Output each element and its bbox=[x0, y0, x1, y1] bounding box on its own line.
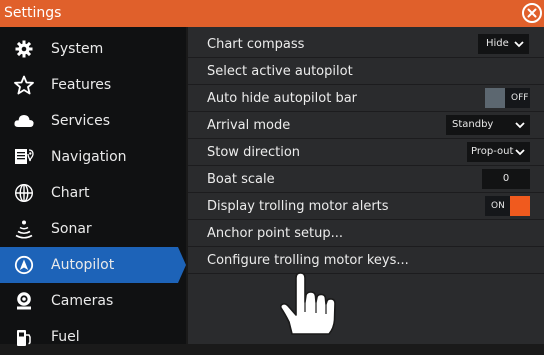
setting-row-trolling-motor-alerts[interactable]: Display trolling motor alerts ON bbox=[188, 193, 544, 220]
setting-label: Arrival mode bbox=[207, 118, 291, 133]
sidebar-item-cameras[interactable]: Cameras bbox=[0, 283, 186, 319]
trolling-alerts-toggle[interactable]: ON bbox=[485, 196, 530, 216]
window-title: Settings bbox=[4, 5, 62, 21]
sidebar-item-label: Fuel bbox=[51, 329, 80, 345]
close-icon bbox=[527, 8, 537, 18]
setting-row-auto-hide-autopilot-bar[interactable]: Auto hide autopilot bar OFF bbox=[188, 85, 544, 112]
setting-row-configure-trolling-keys[interactable]: Configure trolling motor keys... bbox=[188, 247, 544, 274]
star-icon bbox=[14, 75, 34, 95]
pointing-hand-icon bbox=[279, 268, 343, 344]
autopilot-icon bbox=[14, 255, 34, 275]
chevron-down-icon bbox=[514, 142, 526, 162]
stow-direction-dropdown[interactable]: Prop-out bbox=[467, 142, 530, 162]
setting-row-stow-direction[interactable]: Stow direction Prop-out bbox=[188, 139, 544, 166]
sidebar-item-label: Autopilot bbox=[51, 257, 115, 273]
settings-panel: Chart compass Hide Select active autopil… bbox=[188, 27, 544, 344]
toggle-knob bbox=[510, 196, 530, 216]
sidebar-item-label: Features bbox=[51, 77, 112, 93]
setting-label: Anchor point setup... bbox=[207, 226, 343, 241]
sidebar-item-fuel[interactable]: Fuel bbox=[0, 319, 186, 355]
setting-row-select-autopilot[interactable]: Select active autopilot bbox=[188, 58, 544, 85]
chevron-down-icon bbox=[513, 34, 525, 54]
sidebar-item-navigation[interactable]: Navigation bbox=[0, 139, 186, 175]
sidebar-item-label: System bbox=[51, 41, 104, 57]
setting-label: Select active autopilot bbox=[207, 64, 353, 79]
setting-label: Display trolling motor alerts bbox=[207, 199, 389, 214]
sidebar-item-label: Services bbox=[51, 113, 111, 129]
sidebar: System Features Services Navigation Char… bbox=[0, 27, 186, 346]
sonar-icon bbox=[14, 219, 34, 239]
sidebar-item-system[interactable]: System bbox=[0, 31, 186, 67]
sidebar-item-sonar[interactable]: Sonar bbox=[0, 211, 186, 247]
toggle-knob bbox=[485, 88, 505, 108]
setting-row-anchor-point-setup[interactable]: Anchor point setup... bbox=[188, 220, 544, 247]
sidebar-item-chart[interactable]: Chart bbox=[0, 175, 186, 211]
setting-row-chart-compass[interactable]: Chart compass Hide bbox=[188, 31, 544, 58]
arrival-mode-dropdown[interactable]: Standby bbox=[446, 115, 530, 135]
sidebar-item-label: Navigation bbox=[51, 149, 127, 165]
gear-icon bbox=[14, 39, 34, 59]
close-button[interactable] bbox=[522, 3, 542, 23]
navigation-icon bbox=[14, 147, 34, 167]
globe-icon bbox=[14, 183, 34, 203]
sidebar-item-autopilot[interactable]: Autopilot bbox=[0, 247, 186, 283]
setting-row-boat-scale[interactable]: Boat scale 0 bbox=[188, 166, 544, 193]
auto-hide-toggle[interactable]: OFF bbox=[485, 88, 530, 108]
sidebar-item-label: Chart bbox=[51, 185, 90, 201]
boat-scale-input[interactable]: 0 bbox=[482, 169, 530, 189]
setting-label: Auto hide autopilot bar bbox=[207, 91, 358, 106]
title-bar: Settings bbox=[0, 0, 544, 27]
sidebar-item-label: Cameras bbox=[51, 293, 114, 309]
setting-row-arrival-mode[interactable]: Arrival mode Standby bbox=[188, 112, 544, 139]
fuel-icon bbox=[14, 327, 34, 347]
setting-label: Stow direction bbox=[207, 145, 301, 160]
camera-icon bbox=[14, 291, 34, 311]
sidebar-item-label: Sonar bbox=[51, 221, 92, 237]
cloud-icon bbox=[14, 111, 34, 131]
chart-compass-dropdown[interactable]: Hide bbox=[478, 34, 529, 54]
setting-label: Chart compass bbox=[207, 37, 305, 52]
setting-label: Boat scale bbox=[207, 172, 275, 187]
chevron-down-icon bbox=[514, 115, 526, 135]
sidebar-item-services[interactable]: Services bbox=[0, 103, 186, 139]
sidebar-item-features[interactable]: Features bbox=[0, 67, 186, 103]
